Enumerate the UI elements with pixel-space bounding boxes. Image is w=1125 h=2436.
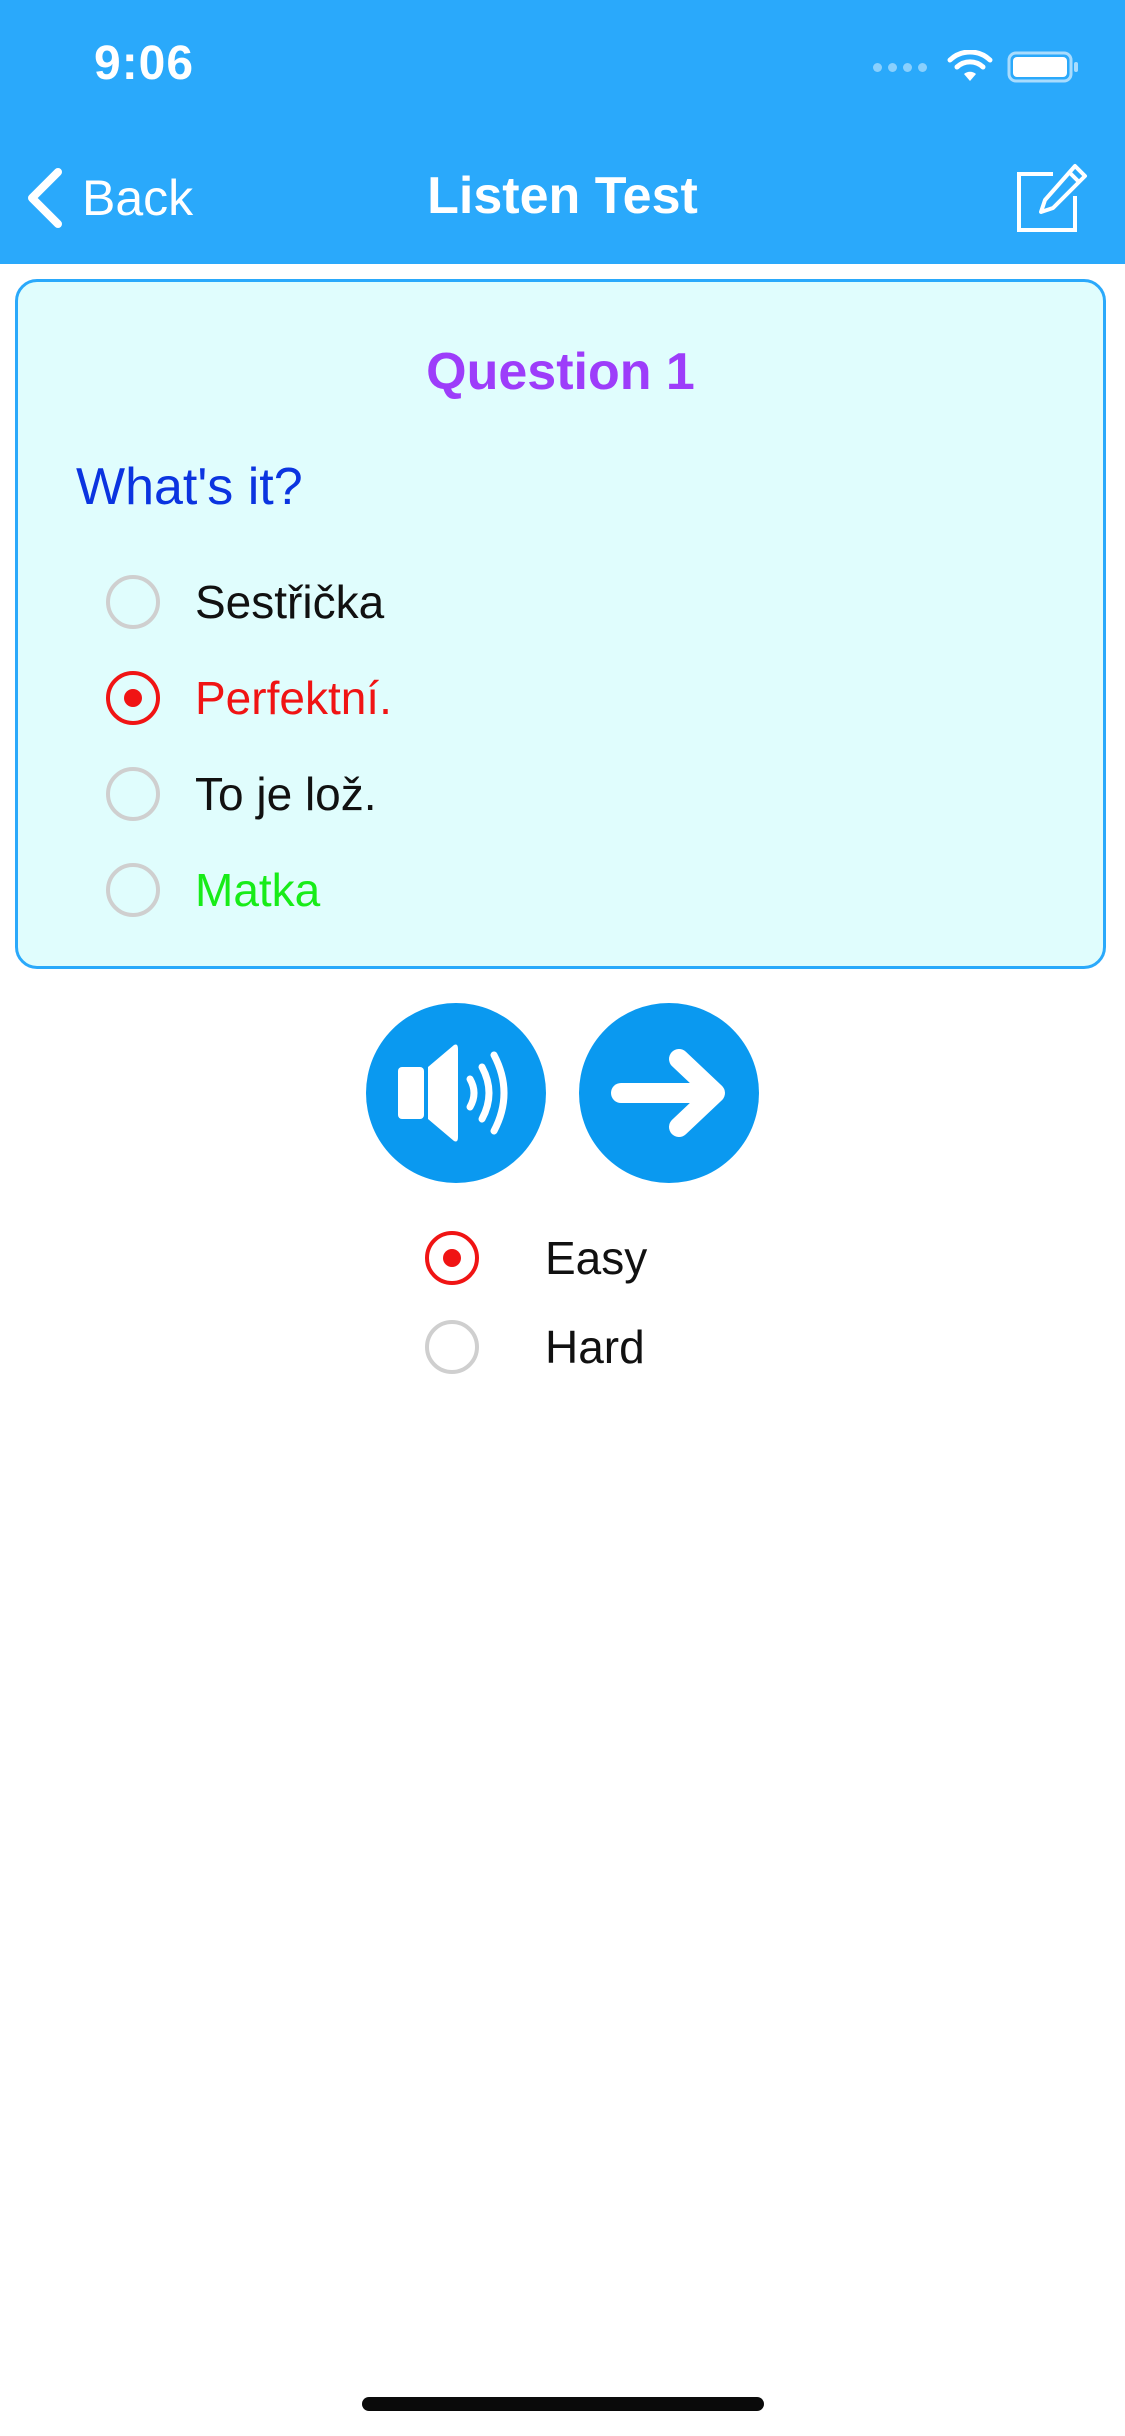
battery-icon <box>1007 51 1078 83</box>
speaker-icon <box>398 1044 508 1142</box>
difficulty-label: Hard <box>545 1321 645 1373</box>
page-title: Listen Test <box>427 167 698 225</box>
question-title: Question 1 <box>426 343 695 401</box>
question-prompt: What's it? <box>76 458 303 516</box>
answer-option[interactable]: Matka <box>106 858 320 922</box>
difficulty-option-easy[interactable]: Easy <box>425 1226 647 1290</box>
compose-icon[interactable] <box>1013 160 1089 236</box>
answer-option-label: Perfektní. <box>195 672 392 724</box>
status-icons <box>873 50 1081 84</box>
status-time: 9:06 <box>94 37 195 90</box>
radio-button[interactable] <box>425 1231 479 1285</box>
answer-option[interactable]: To je lož. <box>106 762 377 826</box>
play-audio-button[interactable] <box>366 1003 546 1183</box>
radio-button[interactable] <box>106 767 160 821</box>
wifi-icon <box>947 50 993 81</box>
difficulty-label: Easy <box>545 1232 648 1284</box>
answer-option[interactable]: Sestřička <box>106 570 384 634</box>
navigation-header: 9:06 Back Listen Test <box>0 0 1125 264</box>
answer-option-label: Sestřička <box>195 576 385 628</box>
radio-button[interactable] <box>425 1320 479 1374</box>
radio-button[interactable] <box>106 575 160 629</box>
cellular-signal-icon <box>873 62 927 72</box>
home-indicator[interactable] <box>362 2397 764 2411</box>
question-card: Question 1 What's it? Sestřička Perfektn… <box>15 279 1106 969</box>
difficulty-option-hard[interactable]: Hard <box>425 1315 645 1379</box>
answer-option-label: Matka <box>195 864 321 916</box>
radio-button[interactable] <box>106 863 160 917</box>
next-question-button[interactable] <box>579 1003 759 1183</box>
answer-option-label: To je lož. <box>195 768 377 820</box>
arrow-right-icon <box>611 1049 725 1137</box>
radio-button[interactable] <box>106 671 160 725</box>
answer-option[interactable]: Perfektní. <box>106 666 392 730</box>
